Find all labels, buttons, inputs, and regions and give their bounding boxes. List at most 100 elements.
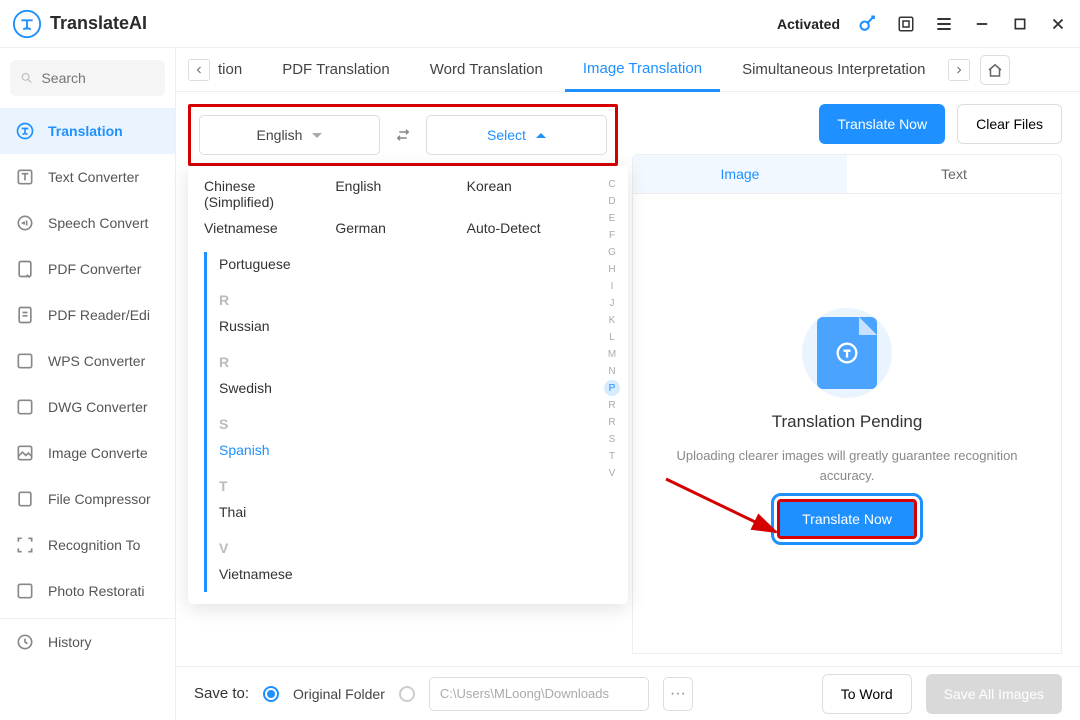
app-logo-icon <box>12 9 42 39</box>
tabs-scroll-right[interactable] <box>948 59 970 81</box>
compress-icon <box>14 488 36 510</box>
sidebar-item-label: Recognition To <box>48 537 140 553</box>
pending-graphic <box>802 308 892 398</box>
alpha-index-letter[interactable]: E <box>604 210 620 226</box>
tabs-scroll-left[interactable] <box>188 59 210 81</box>
maximize-icon[interactable] <box>1010 14 1030 34</box>
radio-custom-path[interactable] <box>399 686 415 702</box>
translate-now-button-main[interactable]: Translate Now <box>777 499 917 539</box>
pending-title: Translation Pending <box>772 412 923 432</box>
alpha-index-letter[interactable]: P <box>604 380 620 396</box>
sidebar-item-photo-restore[interactable]: Photo Restorati <box>0 568 175 614</box>
translate-now-button[interactable]: Translate Now <box>819 104 945 144</box>
lang-option[interactable]: Russian <box>219 314 628 338</box>
chevron-down-icon <box>312 133 322 138</box>
sidebar-item-speech-convert[interactable]: Speech Convert <box>0 200 175 246</box>
clear-files-button[interactable]: Clear Files <box>957 104 1062 144</box>
pending-subtitle: Uploading clearer images will greatly gu… <box>653 446 1041 485</box>
alpha-index-letter[interactable]: T <box>604 448 620 464</box>
alpha-index-letter[interactable]: S <box>604 431 620 447</box>
search-input[interactable] <box>41 70 155 86</box>
alpha-index-letter[interactable]: K <box>604 312 620 328</box>
key-icon[interactable] <box>858 14 878 34</box>
target-language-select[interactable]: Select <box>426 115 607 155</box>
lang-option[interactable]: Chinese (Simplified) <box>204 176 325 212</box>
home-button[interactable] <box>980 55 1010 85</box>
alpha-index-letter[interactable]: N <box>604 363 620 379</box>
save-to-label: Save to: <box>194 685 249 702</box>
alpha-index-letter[interactable]: L <box>604 329 620 345</box>
lang-letter: T <box>219 478 628 494</box>
lang-option[interactable]: Portuguese <box>219 252 628 276</box>
lang-letter: R <box>219 354 628 370</box>
alpha-index-letter[interactable]: J <box>604 295 620 311</box>
alpha-index-letter[interactable]: D <box>604 193 620 209</box>
radio-original-folder[interactable] <box>263 686 279 702</box>
lang-option[interactable]: English <box>335 176 456 212</box>
lang-letter: V <box>219 540 628 556</box>
sidebar-item-file-compressor[interactable]: File Compressor <box>0 476 175 522</box>
alpha-index-letter[interactable]: V <box>604 465 620 481</box>
pdf-edit-icon <box>14 304 36 326</box>
dwg-icon <box>14 396 36 418</box>
lang-option[interactable]: Thai <box>219 500 628 524</box>
search-input-wrap[interactable] <box>10 60 165 96</box>
tab-image-translation[interactable]: Image Translation <box>565 48 720 92</box>
alpha-index-letter[interactable]: I <box>604 278 620 294</box>
alpha-index-letter[interactable]: M <box>604 346 620 362</box>
sidebar-item-label: Image Converte <box>48 445 148 461</box>
alpha-index-letter[interactable]: C <box>604 176 620 192</box>
lang-letter: S <box>219 416 628 432</box>
alpha-index-letter[interactable]: R <box>604 414 620 430</box>
save-all-images-button[interactable]: Save All Images <box>926 674 1062 714</box>
source-language-select[interactable]: English <box>199 115 380 155</box>
sidebar-item-wps-converter[interactable]: WPS Converter <box>0 338 175 384</box>
minimize-icon[interactable] <box>972 14 992 34</box>
close-icon[interactable] <box>1048 14 1068 34</box>
tab-truncated[interactable]: tion <box>214 48 260 92</box>
search-icon <box>20 70 33 86</box>
browse-path-button[interactable]: ··· <box>663 677 693 711</box>
image-icon <box>14 442 36 464</box>
tab-word-translation[interactable]: Word Translation <box>412 48 561 92</box>
sidebar-item-label: PDF Converter <box>48 261 141 277</box>
sidebar-item-image-converter[interactable]: Image Converte <box>0 430 175 476</box>
sidebar-item-translation[interactable]: Translation <box>0 108 175 154</box>
lang-option[interactable]: Korean <box>467 176 588 212</box>
screenshot-icon[interactable] <box>896 14 916 34</box>
translate-icon <box>14 120 36 142</box>
history-icon <box>14 631 36 653</box>
wps-icon <box>14 350 36 372</box>
tab-pdf-translation[interactable]: PDF Translation <box>264 48 408 92</box>
alpha-index: CDEFGHIJKLMNPRRSTV <box>604 176 620 481</box>
lang-option-selected[interactable]: Spanish <box>219 438 628 462</box>
result-tab-text[interactable]: Text <box>847 155 1061 193</box>
radio-original-label: Original Folder <box>293 686 385 702</box>
text-icon <box>14 166 36 188</box>
alpha-index-letter[interactable]: F <box>604 227 620 243</box>
sidebar-item-recognition[interactable]: Recognition To <box>0 522 175 568</box>
sidebar-item-text-converter[interactable]: Text Converter <box>0 154 175 200</box>
to-word-button[interactable]: To Word <box>822 674 912 714</box>
sidebar-item-label: DWG Converter <box>48 399 148 415</box>
file-icon <box>817 317 877 389</box>
sidebar-item-history[interactable]: History <box>0 618 175 664</box>
lang-option[interactable]: German <box>335 218 456 238</box>
swap-languages-button[interactable] <box>390 122 416 148</box>
alpha-index-letter[interactable]: R <box>604 397 620 413</box>
lang-option[interactable]: Auto-Detect <box>467 218 588 238</box>
menu-icon[interactable] <box>934 14 954 34</box>
alpha-index-letter[interactable]: G <box>604 244 620 260</box>
restore-icon <box>14 580 36 602</box>
lang-option[interactable]: Vietnamese <box>204 218 325 238</box>
lang-option[interactable]: Vietnamese <box>219 562 628 586</box>
sidebar-item-pdf-converter[interactable]: PDF Converter <box>0 246 175 292</box>
alpha-index-letter[interactable]: H <box>604 261 620 277</box>
save-path-field[interactable]: C:\Users\MLoong\Downloads <box>429 677 649 711</box>
lang-option[interactable]: Swedish <box>219 376 628 400</box>
sidebar-item-dwg-converter[interactable]: DWG Converter <box>0 384 175 430</box>
tab-simultaneous[interactable]: Simultaneous Interpretation <box>724 48 943 92</box>
sidebar-item-pdf-reader[interactable]: PDF Reader/Edi <box>0 292 175 338</box>
pdf-icon <box>14 258 36 280</box>
result-tab-image[interactable]: Image <box>633 155 847 193</box>
